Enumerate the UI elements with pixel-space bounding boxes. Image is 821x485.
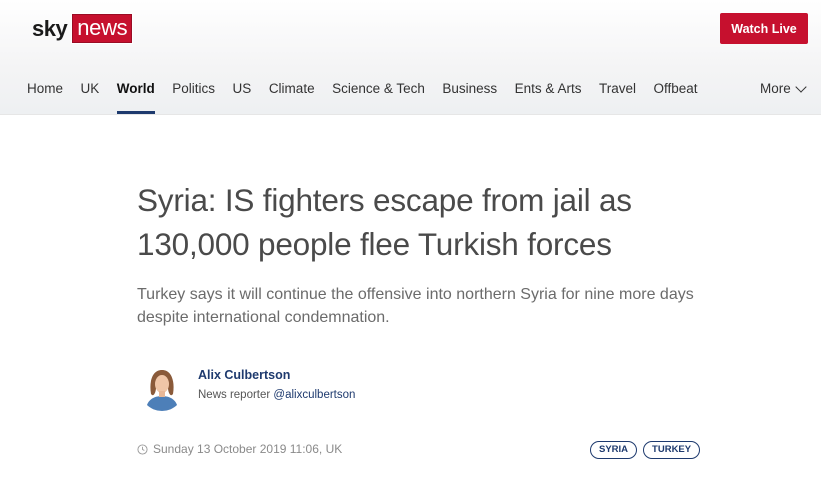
nav-item-offbeat[interactable]: Offbeat (653, 81, 697, 114)
article-tags: SYRIA TURKEY (590, 441, 706, 459)
nav-more-label: More (760, 81, 791, 96)
nav-item-science-tech[interactable]: Science & Tech (332, 81, 425, 114)
nav-item-ents-arts[interactable]: Ents & Arts (515, 81, 582, 114)
author-name-link[interactable]: Alix Culbertson (198, 368, 290, 382)
clock-icon (137, 443, 148, 455)
sky-news-logo[interactable]: sky news (28, 13, 134, 44)
main-nav: Home UK World Politics US Climate Scienc… (27, 81, 715, 114)
article-timestamp: Sunday 13 October 2019 11:06, UK (137, 442, 342, 456)
chevron-down-icon (795, 80, 807, 93)
site-header: sky news Watch Live Home UK World Politi… (0, 0, 821, 115)
nav-item-climate[interactable]: Climate (269, 81, 315, 114)
author-role: News reporter @alixculbertson (198, 389, 355, 401)
author-role-text: News reporter (198, 389, 271, 401)
nav-item-politics[interactable]: Politics (172, 81, 215, 114)
nav-item-us[interactable]: US (233, 81, 252, 114)
logo-news-text: news (71, 13, 134, 44)
nav-item-home[interactable]: Home (27, 81, 63, 114)
logo-sky-text: sky (32, 16, 68, 41)
author-avatar[interactable] (140, 364, 184, 411)
nav-item-uk[interactable]: UK (81, 81, 100, 114)
watch-live-button[interactable]: Watch Live (720, 13, 808, 44)
article-standfirst: Turkey says it will continue the offensi… (137, 286, 694, 326)
tag-turkey[interactable]: TURKEY (643, 441, 701, 459)
nav-more-button[interactable]: More (760, 80, 807, 96)
timestamp-text: Sunday 13 October 2019 11:06, UK (153, 442, 343, 456)
nav-item-business[interactable]: Business (442, 81, 497, 114)
article-headline: Syria: IS fighters escape from jail as 1… (137, 182, 632, 262)
author-photo-icon (140, 364, 184, 411)
author-twitter-handle[interactable]: @alixculbertson (273, 389, 355, 401)
tag-syria[interactable]: SYRIA (590, 441, 638, 459)
nav-item-travel[interactable]: Travel (599, 81, 636, 114)
nav-item-world[interactable]: World (116, 81, 155, 114)
